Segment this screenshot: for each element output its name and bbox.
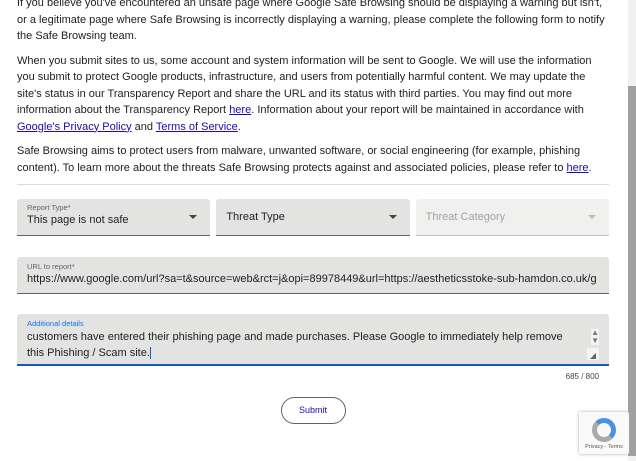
report-type-select[interactable]: Report Type* This page is not safe <box>17 199 211 236</box>
privacy-policy-link[interactable]: Google's Privacy Policy <box>17 121 132 133</box>
dropdown-arrow-icon <box>189 215 198 219</box>
report-form-page: If you believe you've encountered an uns… <box>17 0 609 424</box>
recaptcha-logo-icon <box>592 418 616 442</box>
transparency-report-link[interactable]: here <box>229 104 251 116</box>
url-input[interactable]: URL to report* https://www.google.com/ur… <box>17 257 609 294</box>
submit-button[interactable]: Submit <box>280 396 346 424</box>
additional-details-textarea[interactable]: Additional details customers have entere… <box>17 314 609 366</box>
threats-link[interactable]: here <box>567 162 589 174</box>
intro-paragraph-1: If you believe you've encountered an uns… <box>17 0 605 42</box>
threat-category-select: Threat Category <box>415 199 609 236</box>
threat-type-select[interactable]: Threat Type <box>216 199 410 236</box>
resize-handle-icon[interactable]: ◢ <box>587 348 599 360</box>
intro-paragraph-2: When you submit sites to us, some accoun… <box>17 54 592 133</box>
scrollbar-thumb[interactable] <box>628 86 636 456</box>
divider <box>17 184 609 185</box>
recaptcha-badge[interactable]: Privacy - Terms <box>579 412 629 454</box>
dropdown-arrow-icon <box>388 215 397 219</box>
scroll-spinner-icon[interactable]: ▲ ▼ <box>591 329 599 345</box>
character-count: 685 / 800 <box>565 372 599 381</box>
terms-link[interactable]: Terms of Service <box>156 121 238 133</box>
text-cursor <box>149 347 151 360</box>
dropdown-arrow-icon <box>587 215 596 219</box>
scrollbar[interactable] <box>628 0 636 461</box>
intro-paragraph-3: Safe Browsing aims to protect users from… <box>17 145 592 174</box>
